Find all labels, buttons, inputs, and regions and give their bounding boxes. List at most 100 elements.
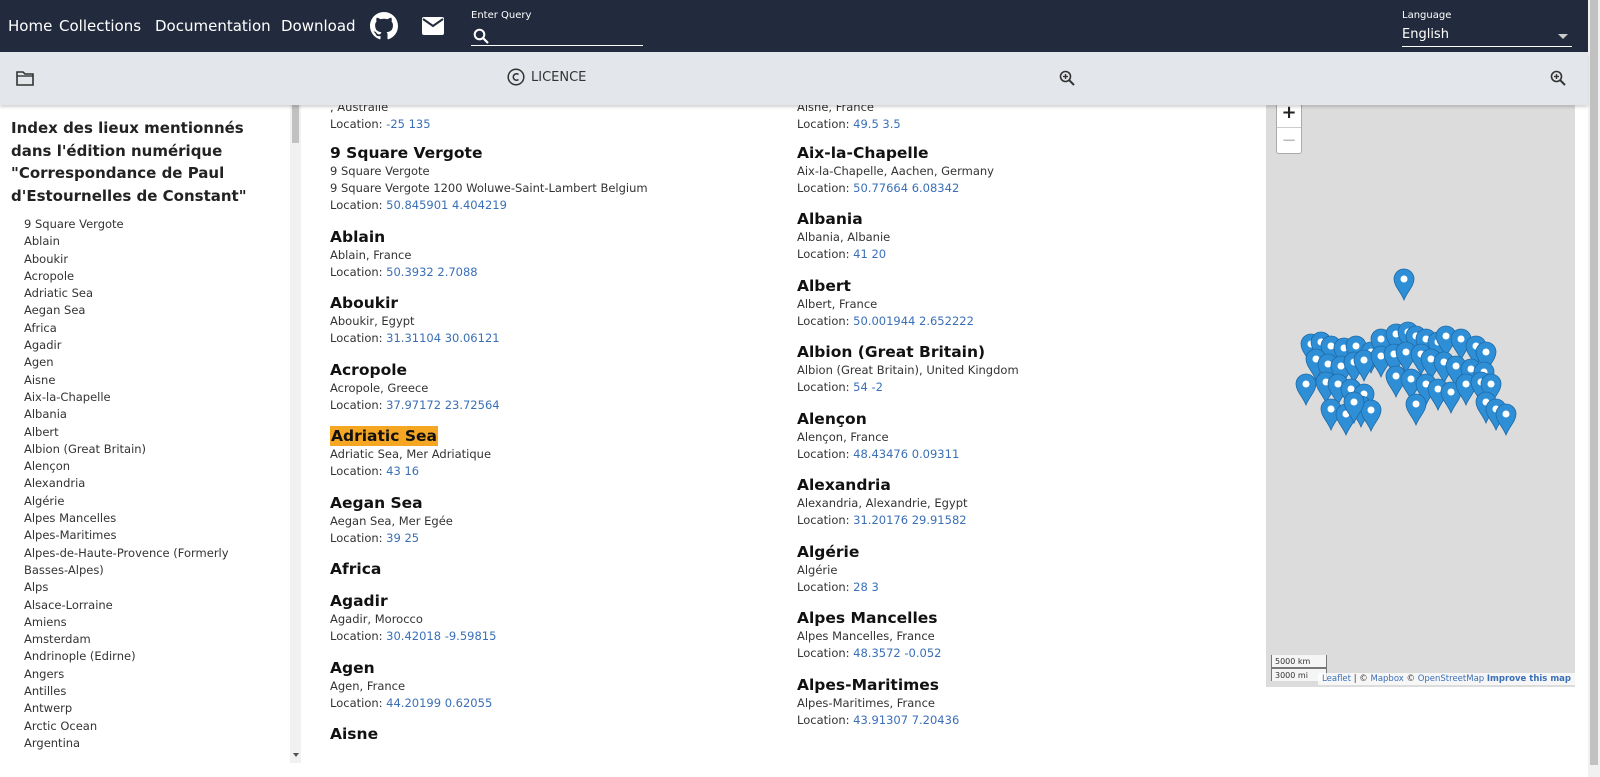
sidebar-item[interactable]: Alsace-Lorraine xyxy=(24,597,274,614)
mapbox-link[interactable]: Mapbox xyxy=(1370,674,1403,684)
location-label: Location: xyxy=(797,314,850,328)
entry-description: Agadir, Morocco xyxy=(330,612,423,626)
nav-home-link[interactable]: Home xyxy=(8,17,52,35)
sidebar-item[interactable]: Aegan Sea xyxy=(24,302,274,319)
sidebar-item[interactable]: Algérie xyxy=(24,493,274,510)
sidebar-item[interactable]: Aisne xyxy=(24,372,274,389)
query-input[interactable] xyxy=(471,26,643,46)
location-label: Location: xyxy=(797,181,850,195)
sidebar-item[interactable]: Albania xyxy=(24,406,274,423)
improve-map-link[interactable]: Improve this map xyxy=(1487,674,1571,684)
zoom-in-icon[interactable] xyxy=(1059,70,1075,86)
sidebar-item[interactable]: Ablain xyxy=(24,233,274,250)
map-marker-icon[interactable] xyxy=(1405,393,1427,427)
scroll-down-arrow-icon[interactable] xyxy=(293,753,299,757)
location-link[interactable]: 37.97172 23.72564 xyxy=(386,398,499,412)
entry-location: Location: 44.20199 0.62055 xyxy=(330,695,770,712)
location-label: Location: xyxy=(330,265,383,279)
licence-button[interactable]: LICENCE xyxy=(507,68,586,86)
location-link[interactable]: 54 -2 xyxy=(853,380,883,394)
location-link[interactable]: 48.3572 -0.052 xyxy=(853,646,941,660)
map-zoom-out-button[interactable]: − xyxy=(1277,127,1301,153)
page-scrollbar[interactable] xyxy=(1588,0,1600,777)
location-link[interactable]: -25 135 xyxy=(386,117,430,131)
sidebar-item[interactable]: Antilles xyxy=(24,683,274,700)
folder-icon[interactable] xyxy=(16,70,34,86)
nav-documentation-link[interactable]: Documentation xyxy=(155,17,271,35)
place-entry: Aisne xyxy=(330,724,770,744)
sidebar-item[interactable]: Aix-la-Chapelle xyxy=(24,389,274,406)
sidebar-scrollbar-thumb[interactable] xyxy=(292,105,299,143)
location-link[interactable]: 41 20 xyxy=(853,247,886,261)
entry-description: Ablain, France xyxy=(330,248,412,262)
location-link[interactable]: 50.001944 2.652222 xyxy=(853,314,974,328)
sidebar-item[interactable]: Agadir xyxy=(24,337,274,354)
location-link[interactable]: 50.3932 2.7088 xyxy=(386,265,477,279)
location-label: Location: xyxy=(330,464,383,478)
attrib-separator: | © xyxy=(1351,674,1371,684)
entry-title: Africa xyxy=(330,560,382,578)
entry-location: Location: 50.3932 2.7088 xyxy=(330,264,770,281)
sidebar-item[interactable]: Alps xyxy=(24,579,274,596)
sidebar-item[interactable]: Alpes Mancelles xyxy=(24,510,274,527)
language-select[interactable]: Language English xyxy=(1402,8,1572,47)
language-select-value[interactable]: English xyxy=(1402,25,1572,47)
entry-location: Location: 50.001944 2.652222 xyxy=(797,313,1237,330)
sidebar-item[interactable]: Agen xyxy=(24,354,274,371)
entry-title: Algérie xyxy=(797,543,860,561)
nav-download-link[interactable]: Download xyxy=(281,17,356,35)
map-marker-icon[interactable] xyxy=(1295,373,1317,407)
entry-description: Albion (Great Britain), United Kingdom xyxy=(797,363,1019,377)
map-marker-icon[interactable] xyxy=(1393,268,1415,302)
sidebar-item[interactable]: Adriatic Sea xyxy=(24,285,274,302)
sidebar-item[interactable]: Alexandria xyxy=(24,475,274,492)
sidebar-item[interactable]: Alpes-Maritimes xyxy=(24,527,274,544)
location-link[interactable]: 28 3 xyxy=(853,580,879,594)
entry-location: Location: 50.845901 4.404219 xyxy=(330,197,770,214)
location-link[interactable]: 43 16 xyxy=(386,464,419,478)
sidebar-item[interactable]: Albion (Great Britain) xyxy=(24,441,274,458)
map-marker-icon[interactable] xyxy=(1495,403,1517,437)
sidebar-item[interactable]: Angers xyxy=(24,666,274,683)
location-link[interactable]: 31.20176 29.91582 xyxy=(853,513,966,527)
sidebar-item[interactable]: Alpes-de-Haute-Provence (Formerly xyxy=(24,545,274,562)
sidebar-item[interactable]: Africa xyxy=(24,320,274,337)
entry-description: Adriatic Sea, Mer Adriatique xyxy=(330,447,492,461)
location-link[interactable]: 30.42018 -9.59815 xyxy=(386,629,496,643)
entry-location: Location: 39 25 xyxy=(330,530,770,547)
location-link[interactable]: 31.31104 30.06121 xyxy=(386,331,499,345)
sidebar-title: Index des lieux mentionnés dans l'éditio… xyxy=(11,119,247,205)
sidebar-item[interactable]: Aboukir xyxy=(24,251,274,268)
map-panel[interactable]: + − 5000 km 3000 mi Leaflet | © Mapbox ©… xyxy=(1266,105,1575,687)
sidebar-item[interactable]: Basses-Alpes) xyxy=(24,562,274,579)
leaflet-link[interactable]: Leaflet xyxy=(1322,674,1351,684)
openstreetmap-link[interactable]: OpenStreetMap xyxy=(1418,674,1484,684)
entry-title: Acropole xyxy=(330,361,408,379)
location-link[interactable]: 43.91307 7.20436 xyxy=(853,713,959,727)
location-link[interactable]: 49.5 3.5 xyxy=(853,117,901,131)
location-link[interactable]: 50.845901 4.404219 xyxy=(386,198,507,212)
location-link[interactable]: 48.43476 0.09311 xyxy=(853,447,959,461)
place-entry: Albion (Great Britain) Albion (Great Bri… xyxy=(797,342,1237,396)
location-link[interactable]: 39 25 xyxy=(386,531,419,545)
sidebar-item[interactable]: 9 Square Vergote xyxy=(24,216,274,233)
zoom-in-icon[interactable] xyxy=(1550,70,1566,86)
sidebar-item[interactable]: Argentina xyxy=(24,735,274,752)
sidebar-item[interactable]: Acropole xyxy=(24,268,274,285)
sidebar-item[interactable]: Alençon xyxy=(24,458,274,475)
sidebar-item[interactable]: Amsterdam xyxy=(24,631,274,648)
mail-icon[interactable] xyxy=(422,17,444,35)
location-link[interactable]: 44.20199 0.62055 xyxy=(386,696,492,710)
location-link[interactable]: 50.77664 6.08342 xyxy=(853,181,959,195)
sidebar-item[interactable]: Albert xyxy=(24,424,274,441)
sidebar-item[interactable]: Amiens xyxy=(24,614,274,631)
page-scrollbar-thumb[interactable] xyxy=(1590,0,1598,765)
sidebar-item[interactable]: Arctic Ocean xyxy=(24,718,274,735)
github-icon[interactable] xyxy=(370,12,398,40)
sidebar-item[interactable]: Antwerp xyxy=(24,700,274,717)
sidebar-scrollbar[interactable] xyxy=(290,105,301,763)
map-zoom-in-button[interactable]: + xyxy=(1277,105,1301,126)
nav-collections-link[interactable]: Collections xyxy=(59,17,141,35)
sidebar-item[interactable]: Andrinople (Edirne) xyxy=(24,648,274,665)
entry-title: Aegan Sea xyxy=(330,494,423,512)
